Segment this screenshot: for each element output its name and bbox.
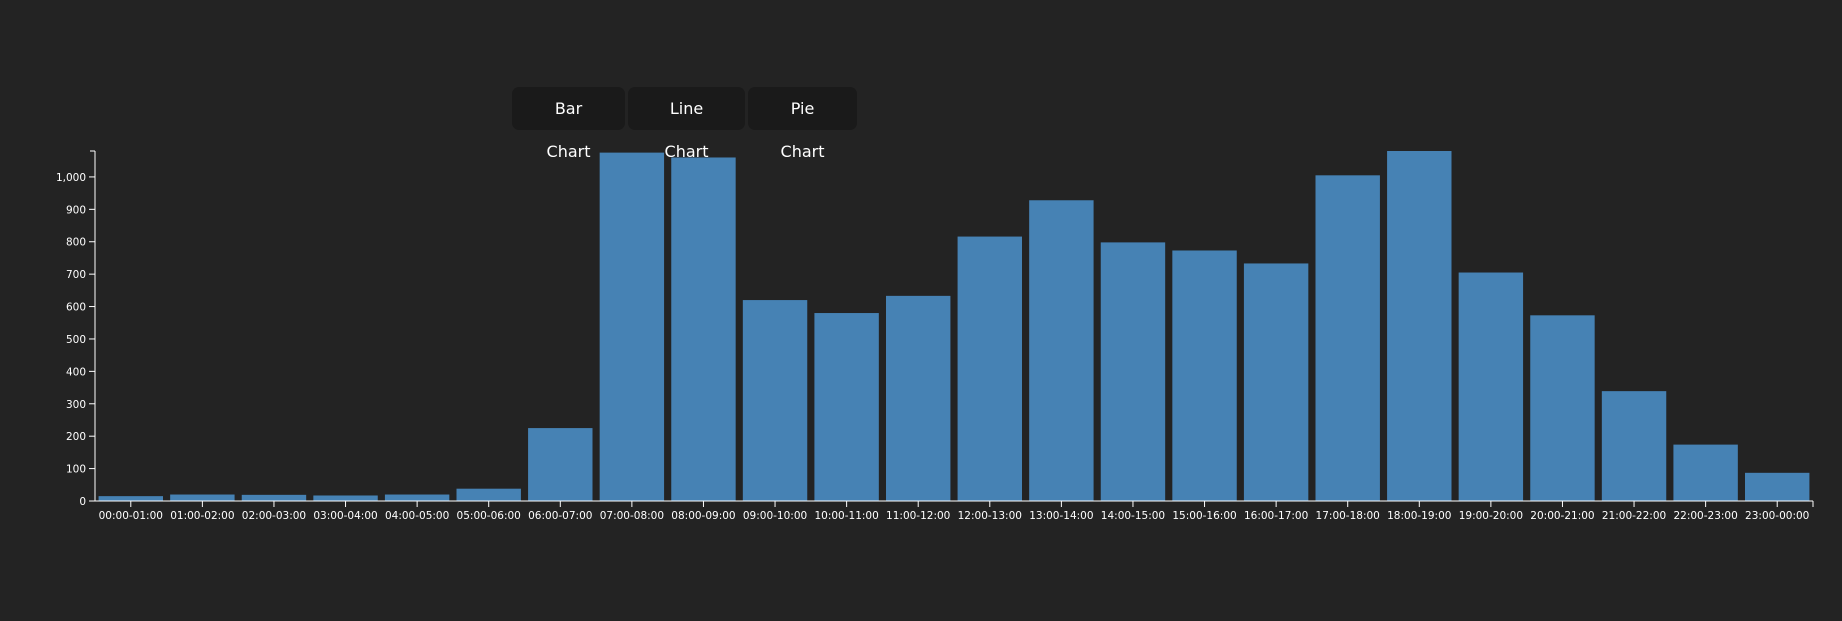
x-tick-label: 07:00-08:00: [600, 510, 664, 522]
y-tick-label: 1,000: [56, 172, 86, 184]
x-tick-label: 17:00-18:00: [1316, 510, 1380, 522]
x-tick-label: 10:00-11:00: [814, 510, 878, 522]
bar-20: [1530, 315, 1595, 501]
bar-5: [456, 488, 521, 501]
x-tick-label: 08:00-09:00: [671, 510, 735, 522]
x-tick-label: 16:00-17:00: [1244, 510, 1308, 522]
bar-0: [98, 496, 163, 501]
bar-15: [1172, 250, 1237, 501]
bar-17: [1315, 175, 1380, 501]
y-tick-label: 200: [66, 431, 86, 443]
x-tick-label: 18:00-19:00: [1387, 510, 1451, 522]
x-tick-label: 14:00-15:00: [1101, 510, 1165, 522]
y-tick-label: 700: [66, 269, 86, 281]
y-tick-label: 800: [66, 237, 86, 249]
x-tick-label: 13:00-14:00: [1029, 510, 1093, 522]
bar-9: [742, 300, 808, 501]
x-tick-label: 11:00-12:00: [886, 510, 950, 522]
y-tick-label: 900: [66, 204, 86, 216]
x-tick-label: 04:00-05:00: [385, 510, 449, 522]
x-tick-label: 12:00-13:00: [958, 510, 1022, 522]
bar-6: [528, 428, 593, 501]
app-root: 0 100 200 300 400 500 600 700 800 900 1,000 00:00-…: [0, 0, 1842, 621]
bar-21: [1601, 391, 1667, 501]
bar-19: [1458, 272, 1524, 501]
x-tick-label: 22:00-23:00: [1673, 510, 1737, 522]
pie-chart-button[interactable]: Pie Chart: [748, 87, 857, 161]
bar-8: [671, 157, 736, 502]
y-tick-label: 600: [66, 302, 86, 314]
bar-12: [957, 236, 1022, 501]
bar-13: [1029, 200, 1094, 501]
x-tick-label: 23:00-00:00: [1745, 510, 1809, 522]
x-tick-label: 19:00-20:00: [1459, 510, 1523, 522]
y-tick-label: 500: [66, 334, 86, 346]
bar-3: [313, 495, 378, 501]
bar-chart: 0 100 200 300 400 500 600 700 800 900 1,000 00:00-…: [56, 150, 1814, 522]
y-tick-label: 100: [66, 464, 86, 476]
x-tick-label: 06:00-07:00: [528, 510, 592, 522]
bar-16: [1243, 263, 1309, 501]
bar-22: [1673, 444, 1738, 501]
y-axis: 0 100 200 300 400 500 600 700 800 900 1,000: [56, 150, 96, 508]
y-tick-label: 400: [66, 366, 86, 378]
bar-11: [886, 295, 951, 501]
bar-18: [1387, 151, 1452, 501]
bars-group: [98, 151, 1810, 502]
x-tick-label: 20:00-21:00: [1530, 510, 1594, 522]
y-tick-label: 300: [66, 399, 86, 411]
bar-2: [241, 494, 307, 501]
bar-10: [814, 313, 879, 501]
x-tick-label: 15:00-16:00: [1172, 510, 1236, 522]
bar-23: [1745, 472, 1810, 501]
bar-4: [384, 494, 450, 501]
x-tick-label: 02:00-03:00: [242, 510, 306, 522]
bar-7: [599, 152, 665, 501]
x-tick-label: 03:00-04:00: [313, 510, 377, 522]
line-chart-button[interactable]: Line Chart: [628, 87, 745, 161]
x-tick-label: 21:00-22:00: [1602, 510, 1666, 522]
x-tick-label: 01:00-02:00: [170, 510, 234, 522]
x-tick-label: 09:00-10:00: [743, 510, 807, 522]
x-tick-label: 00:00-01:00: [99, 510, 163, 522]
y-tick-label: 0: [79, 496, 86, 508]
bar-1: [170, 494, 235, 501]
bar-14: [1100, 242, 1166, 501]
x-tick-label: 05:00-06:00: [457, 510, 521, 522]
bar-chart-button[interactable]: Bar Chart: [512, 87, 625, 161]
x-axis: 00:00-01:00 01:00-02:00 02:00-03:00 03:00-0…: [95, 500, 1814, 522]
chart-type-toolbar: Bar Chart Line Chart Pie Chart: [512, 87, 857, 161]
